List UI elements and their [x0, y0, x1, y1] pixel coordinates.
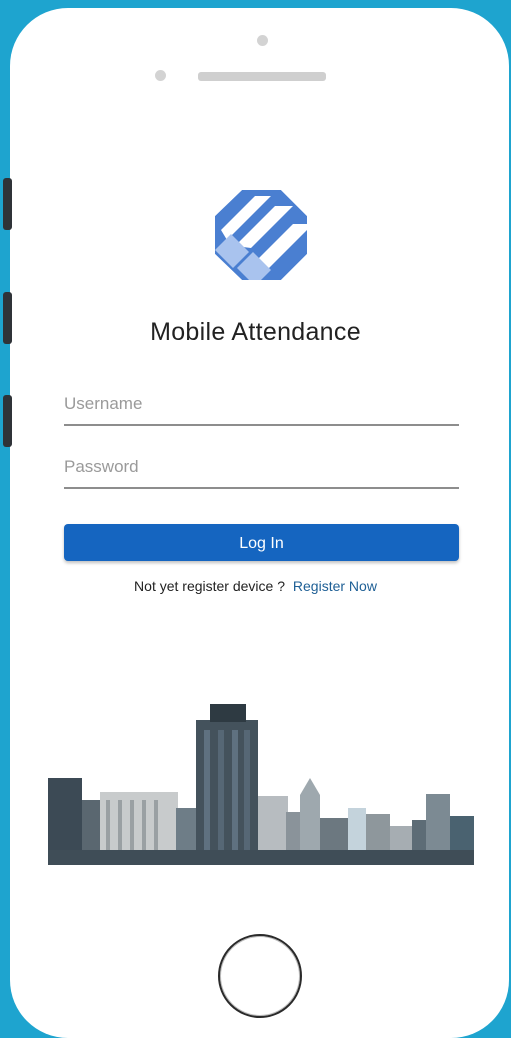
app-title: Mobile Attendance — [150, 318, 361, 346]
phone-side-button-top — [3, 178, 12, 230]
app-logo-icon — [215, 190, 307, 280]
front-camera-icon — [257, 35, 268, 46]
username-field[interactable] — [64, 384, 459, 426]
home-button-icon[interactable] — [218, 934, 302, 1018]
username-input[interactable] — [64, 384, 459, 424]
sensor-dot-icon — [155, 70, 166, 81]
phone-side-button-bottom — [3, 395, 12, 447]
login-button[interactable]: Log In — [64, 524, 459, 561]
earpiece-speaker — [198, 72, 326, 81]
register-now-link[interactable]: Register Now — [293, 578, 377, 594]
password-field[interactable] — [64, 447, 459, 489]
phone-frame — [10, 8, 509, 1038]
password-input[interactable] — [64, 447, 459, 487]
city-skyline-illustration — [48, 704, 474, 865]
register-prompt: Not yet register device ? — [134, 578, 286, 594]
register-row: Not yet register device ? Register Now — [0, 578, 511, 594]
